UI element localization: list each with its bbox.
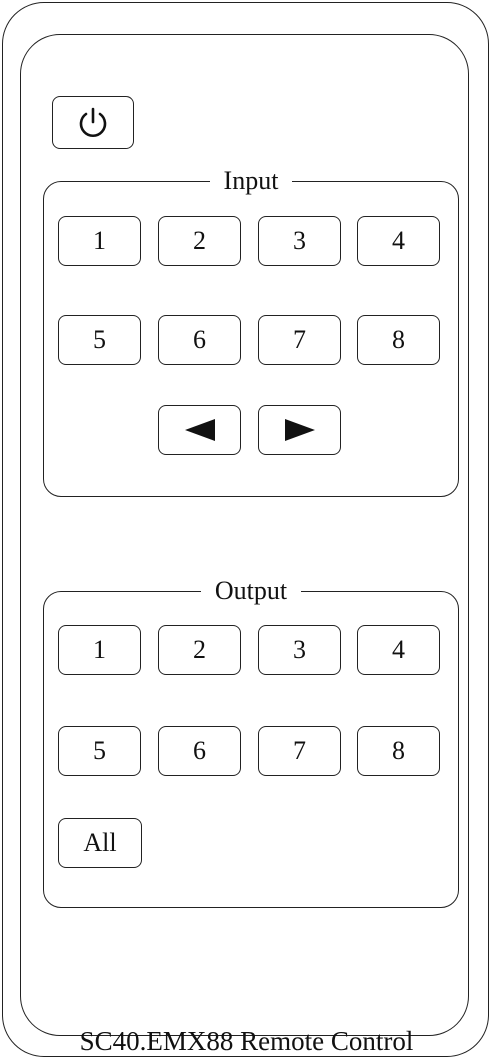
input-button-7[interactable]: 7 bbox=[258, 315, 341, 365]
output-button-6[interactable]: 6 bbox=[158, 726, 241, 776]
input-button-8[interactable]: 8 bbox=[357, 315, 440, 365]
output-button-8[interactable]: 8 bbox=[357, 726, 440, 776]
left-triangle-icon bbox=[183, 418, 217, 442]
output-button-2[interactable]: 2 bbox=[158, 625, 241, 675]
input-next-button[interactable] bbox=[258, 405, 341, 455]
output-all-button[interactable]: All bbox=[58, 818, 142, 868]
power-icon bbox=[76, 106, 110, 140]
output-button-1[interactable]: 1 bbox=[58, 625, 141, 675]
remote-model-label: SC40.EMX88 Remote Control bbox=[79, 1026, 414, 1056]
output-button-5[interactable]: 5 bbox=[58, 726, 141, 776]
output-button-7[interactable]: 7 bbox=[258, 726, 341, 776]
input-button-5[interactable]: 5 bbox=[58, 315, 141, 365]
power-button[interactable] bbox=[52, 96, 134, 149]
input-button-6[interactable]: 6 bbox=[158, 315, 241, 365]
input-button-3[interactable]: 3 bbox=[258, 216, 341, 266]
input-button-2[interactable]: 2 bbox=[158, 216, 241, 266]
output-button-3[interactable]: 3 bbox=[258, 625, 341, 675]
input-button-1[interactable]: 1 bbox=[58, 216, 141, 266]
input-button-4[interactable]: 4 bbox=[357, 216, 440, 266]
right-triangle-icon bbox=[283, 418, 317, 442]
input-prev-button[interactable] bbox=[158, 405, 241, 455]
output-button-4[interactable]: 4 bbox=[357, 625, 440, 675]
